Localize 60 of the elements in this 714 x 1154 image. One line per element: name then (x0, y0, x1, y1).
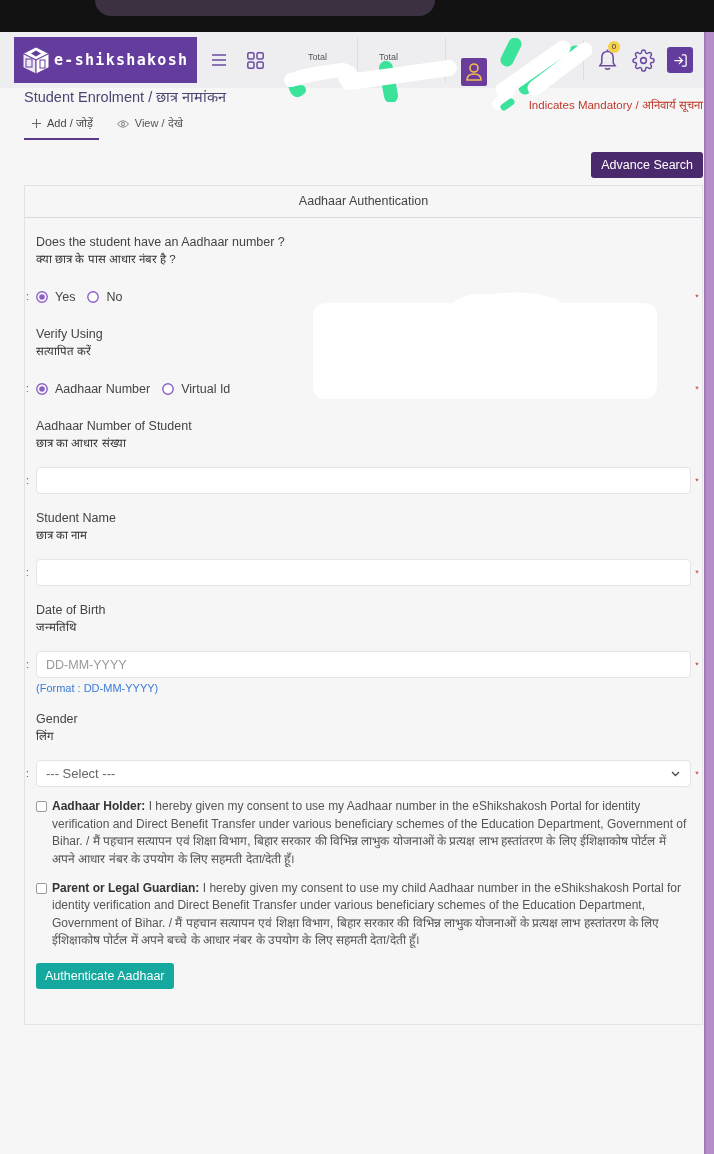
date-input[interactable]: DD-MM-YYYY (36, 651, 691, 678)
text-input[interactable] (36, 559, 691, 586)
bell-icon[interactable] (597, 48, 618, 72)
radio-option[interactable]: No (87, 289, 123, 304)
format-hint: (Format : DD-MM-YYYY) (36, 681, 159, 695)
required-mark: * (694, 475, 700, 486)
required-mark: * (694, 291, 700, 302)
field-label: Does the student have an Aadhaar number ? (36, 234, 286, 251)
user-avatar-icon[interactable] (461, 58, 487, 86)
logout-button[interactable] (667, 47, 693, 73)
radio-option[interactable]: Virtual Id (162, 381, 231, 396)
stat-label: Total (379, 52, 398, 63)
required-mark: * (694, 659, 700, 670)
field-separator: : (26, 474, 30, 487)
card-title: Aadhaar Authentication (25, 186, 702, 218)
page-title: Student Enrolment / छात्र नामांकन (24, 88, 227, 106)
logo-text: e-shikshakosh (54, 51, 189, 69)
field-label: Gender (36, 711, 79, 728)
logo[interactable]: e-shikshakosh (14, 37, 197, 83)
field-label: Aadhaar Number of Student (36, 418, 193, 435)
add-tab[interactable]: Add / जोड़ें (24, 112, 99, 140)
field-label-hindi: सत्यापित करें (36, 343, 93, 359)
field-label-hindi: क्या छात्र के पास आधार नंबर है ? (36, 251, 177, 267)
consent-text: Parent or Legal Guardian: I hereby given my consent to use my child Aadhaar number in the eShikshakosh Portal for identity verification and Direct Benefit Transfer under various beneficiary schemes of the Education Department, Government of Bihar. / मैं पहचान सत्यापन एवं शिक्षा विभाग, बिहार सरकार की विभिन्न लाभुक योजनाओं के प्रत्यक्ष लाभ हस्तांतरण के लिए ईशिक्षाकोष पोर्टल में अपने बच्चे के आधार नंबर के उपयोग के लिए सहमती देता/देती हूँ। (52, 879, 682, 950)
cube-icon (21, 45, 51, 75)
advance-search-button[interactable]: Advance Search (591, 152, 703, 178)
settings-icon[interactable] (632, 48, 655, 72)
field-label-hindi: छात्र का आधार संख्या (36, 436, 127, 451)
mandatory-note: Indicates Mandatory / अनिवार्य सूचना (528, 98, 703, 112)
logout-icon (672, 52, 688, 68)
field-label-hindi: छात्र का नाम (36, 528, 89, 543)
eye-icon (116, 119, 129, 128)
menu-icon[interactable] (212, 54, 226, 66)
field-label: Verify Using (36, 326, 104, 343)
radio-option[interactable]: Aadhaar Number (36, 381, 151, 396)
checkbox[interactable] (36, 801, 47, 812)
plus-icon (32, 119, 41, 128)
required-mark: * (694, 567, 700, 578)
field-separator: : (26, 658, 30, 671)
consent-text: Aadhaar Holder: I hereby given my consent to use my Aadhaar number in the eShikshakosh Portal for identity verification and Direct Benefit Transfer under various beneficiary schemes of the Education Department, Government of Bihar. / मैं पहचान सत्यापन एवं शिक्षा विभाग, बिहार सरकार की विभिन्न लाभुक योजनाओं के प्रत्यक्ष लाभ हस्तांतरण के लिए ईशिक्षाकोष पोर्टल में अपने आधार नंबर के उपयोग के लिए सहमती देता/देती हूँ। (52, 798, 688, 868)
text-input[interactable] (36, 467, 691, 494)
required-mark: * (694, 768, 700, 779)
view-tab[interactable]: View / देखे (108, 112, 189, 140)
field-separator: : (26, 566, 30, 579)
field-label: Date of Birth (36, 602, 107, 619)
field-separator: : (26, 290, 30, 303)
notification-badge: 0 (608, 41, 620, 53)
field-label: Student Name (36, 510, 117, 527)
checkbox[interactable] (36, 882, 47, 894)
field-label-hindi: लिंग (36, 728, 55, 744)
chevron-down-icon (671, 770, 680, 777)
grid-icon[interactable] (247, 51, 264, 69)
field-separator: : (26, 382, 30, 395)
scrollbar[interactable] (704, 32, 714, 1154)
dropdown-field[interactable]: --- Select --- (36, 760, 691, 787)
radio-option[interactable]: Yes (36, 289, 76, 304)
field-label-hindi: जन्मतिथि (36, 619, 78, 635)
stat-label: Total (308, 52, 327, 63)
required-mark: * (694, 383, 700, 394)
field-separator: : (26, 767, 30, 780)
